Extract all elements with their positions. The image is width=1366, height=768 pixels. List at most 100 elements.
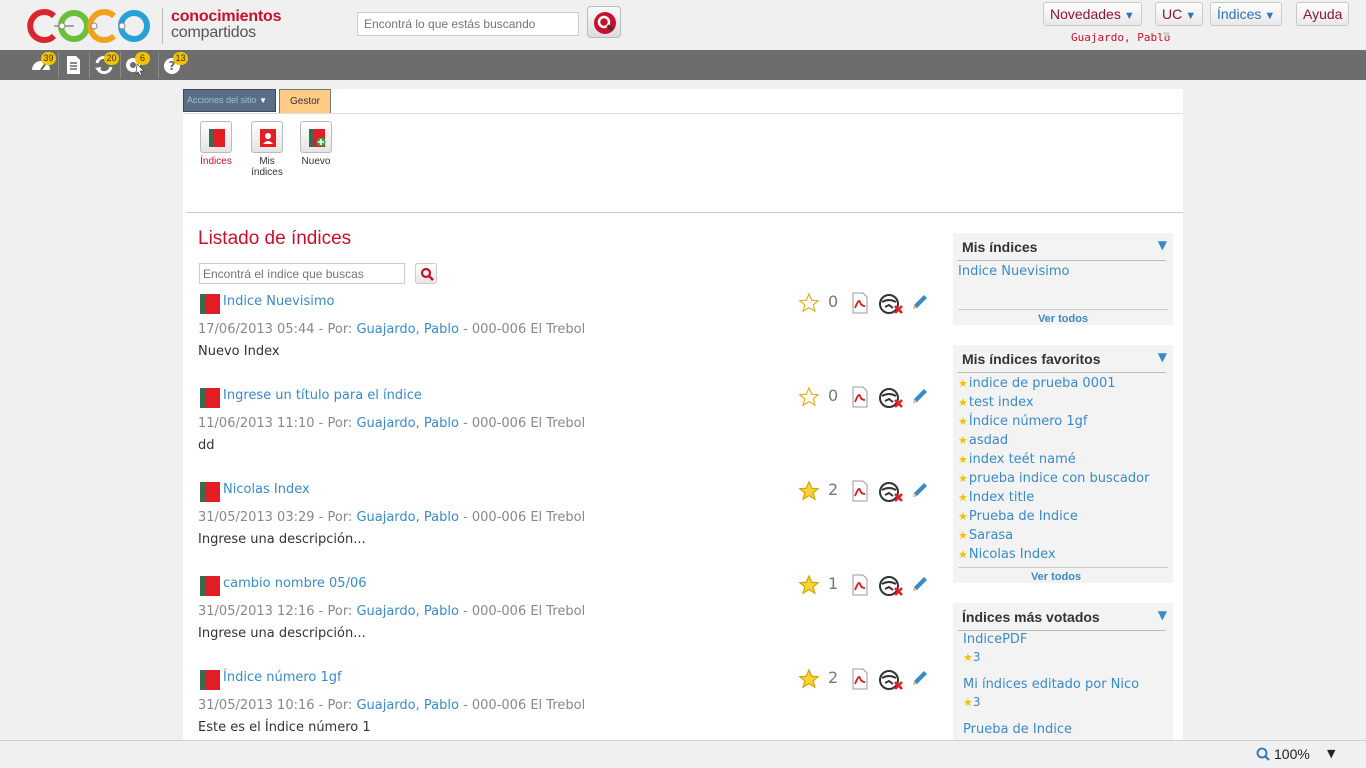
top-voted-item[interactable]: IndicePDF bbox=[963, 632, 1027, 647]
index-search-input[interactable] bbox=[199, 263, 405, 284]
top-voted-item[interactable]: Prueba de Indice bbox=[963, 722, 1072, 737]
sidebar-mis-indices-item[interactable]: Indice Nuevisimo bbox=[958, 264, 1069, 279]
nav-novedades-label: Novedades bbox=[1050, 6, 1121, 22]
ribbon-indices-button[interactable]: Índices bbox=[191, 121, 241, 167]
index-author-link[interactable]: Guajardo, Pablo bbox=[356, 698, 458, 713]
pdf-icon[interactable] bbox=[850, 292, 870, 314]
star-icon: ★ bbox=[963, 651, 973, 664]
index-entry: Nicolas Index 31/05/2013 03:29 - Por: Gu… bbox=[198, 480, 938, 570]
star-filled-icon[interactable] bbox=[798, 574, 820, 596]
unpublish-icon[interactable] bbox=[879, 293, 905, 315]
favorite-item[interactable]: ★index teét namé bbox=[958, 452, 1076, 467]
zoom-level[interactable]: 100% bbox=[1274, 746, 1310, 762]
site-logo[interactable]: conocimientos compartidos bbox=[26, 6, 286, 46]
favorite-item[interactable]: ★Prueba de Indice bbox=[958, 509, 1078, 524]
nav-indices[interactable]: Índices ▼ bbox=[1210, 2, 1283, 26]
favorite-item[interactable]: ★indice de prueba 0001 bbox=[958, 376, 1116, 391]
pencil-icon[interactable] bbox=[910, 292, 930, 312]
index-title-link[interactable]: Nicolas Index bbox=[223, 482, 310, 497]
favorite-item[interactable]: ★Index title bbox=[958, 490, 1034, 505]
index-author-link[interactable]: Guajardo, Pablo bbox=[356, 322, 458, 337]
ribbon-nuevo-label: Nuevo bbox=[301, 156, 331, 167]
book-icon bbox=[200, 388, 220, 408]
pdf-icon[interactable] bbox=[850, 574, 870, 596]
index-author-link[interactable]: Guajardo, Pablo bbox=[356, 604, 458, 619]
favorite-item[interactable]: ★test index bbox=[958, 395, 1034, 410]
index-date: 31/05/2013 10:16 bbox=[198, 698, 315, 713]
favorite-item[interactable]: ★Sarasa bbox=[958, 528, 1013, 543]
collapse-arrow-icon[interactable]: ▼ bbox=[1158, 608, 1167, 622]
dashboard-button[interactable]: 39 bbox=[27, 52, 57, 78]
dashboard-badge: 39 bbox=[41, 52, 56, 65]
documents-button[interactable] bbox=[58, 52, 88, 78]
star-filled-icon[interactable] bbox=[798, 480, 820, 502]
top-voted-count-value: 3 bbox=[972, 650, 981, 664]
pdf-icon[interactable] bbox=[850, 668, 870, 690]
index-title-link[interactable]: cambio nombre 05/06 bbox=[223, 576, 367, 591]
favorite-item-label: asdad bbox=[968, 433, 1009, 448]
favorite-item[interactable]: ★Índice número 1gf bbox=[958, 414, 1087, 429]
activity-button[interactable]: 6 bbox=[120, 52, 150, 78]
index-author-link[interactable]: Guajardo, Pablo bbox=[356, 416, 458, 431]
index-title-link[interactable]: Ingrese un título para el índice bbox=[223, 388, 422, 403]
site-actions-menu[interactable]: Acciones del sitio ▼ bbox=[183, 89, 276, 112]
zoom-dropdown-icon[interactable]: ▼ bbox=[1327, 747, 1335, 760]
star-outline-icon[interactable] bbox=[798, 292, 820, 314]
index-title-link[interactable]: Índice número 1gf bbox=[223, 670, 342, 685]
site-actions-label: Acciones del sitio bbox=[187, 95, 257, 105]
top-voted-item[interactable]: Mi índices editado por Nico bbox=[963, 677, 1139, 692]
pencil-icon[interactable] bbox=[910, 668, 930, 688]
index-group: - 000-006 El Trebol bbox=[458, 322, 586, 337]
global-search-input[interactable] bbox=[357, 12, 579, 36]
global-search-button[interactable] bbox=[587, 6, 621, 38]
tab-gestor[interactable]: Gestor bbox=[279, 89, 331, 113]
ribbon-indices-box bbox=[200, 121, 232, 153]
favorite-item[interactable]: ★asdad bbox=[958, 433, 1008, 448]
help-button[interactable]: ? 13 bbox=[158, 52, 188, 78]
vote-count: 2 bbox=[828, 668, 839, 687]
main-panel: Acciones del sitio ▼ Gestor Índices Mis … bbox=[183, 89, 1183, 740]
chevron-down-icon: ▼ bbox=[259, 96, 267, 105]
user-menu-caret-icon[interactable]: ▼ bbox=[1163, 31, 1170, 41]
favorite-item-label: test index bbox=[968, 395, 1034, 410]
index-meta: 31/05/2013 03:29 - Por: Guajardo, Pablo … bbox=[198, 510, 585, 525]
index-search-button[interactable] bbox=[415, 263, 437, 284]
updates-button[interactable]: 20 bbox=[89, 52, 119, 78]
ribbon-divider bbox=[186, 212, 1183, 213]
collapse-arrow-icon[interactable]: ▼ bbox=[1158, 238, 1167, 252]
pdf-icon[interactable] bbox=[850, 480, 870, 502]
pdf-icon[interactable] bbox=[850, 386, 870, 408]
unpublish-icon[interactable] bbox=[879, 575, 905, 597]
user-name[interactable]: Guajardo, Pablo bbox=[1071, 31, 1170, 44]
vote-count: 1 bbox=[828, 574, 839, 593]
vote-count: 0 bbox=[828, 386, 839, 405]
unpublish-icon[interactable] bbox=[879, 669, 905, 691]
pencil-icon[interactable] bbox=[910, 574, 930, 594]
top-voted-count-value: 3 bbox=[972, 695, 981, 709]
ribbon-nuevo-box bbox=[300, 121, 332, 153]
index-description: Ingrese una descripción... bbox=[198, 626, 366, 641]
unpublish-icon[interactable] bbox=[879, 387, 905, 409]
index-author-link[interactable]: Guajardo, Pablo bbox=[356, 510, 458, 525]
index-description: Ingrese una descripción... bbox=[198, 532, 366, 547]
ver-todos-link[interactable]: Ver todos bbox=[953, 313, 1173, 325]
nav-ayuda[interactable]: Ayuda bbox=[1296, 2, 1350, 26]
collapse-arrow-icon[interactable]: ▼ bbox=[1158, 350, 1167, 364]
nav-uc[interactable]: UC ▼ bbox=[1155, 2, 1204, 26]
pencil-icon[interactable] bbox=[910, 480, 930, 500]
nav-uc-label: UC bbox=[1162, 6, 1183, 22]
ribbon-nuevo-button[interactable]: Nuevo bbox=[291, 121, 341, 167]
favorite-item[interactable]: ★prueba indice con buscador bbox=[958, 471, 1149, 486]
ver-todos-link[interactable]: Ver todos bbox=[946, 571, 1166, 583]
star-filled-icon[interactable] bbox=[798, 668, 820, 690]
document-icon bbox=[67, 56, 80, 74]
vote-count: 0 bbox=[828, 292, 839, 311]
nav-novedades[interactable]: Novedades ▼ bbox=[1043, 2, 1142, 26]
ribbon-mis-indices-button[interactable]: Mis índices bbox=[242, 121, 292, 178]
updates-badge: 20 bbox=[104, 52, 119, 65]
pencil-icon[interactable] bbox=[910, 386, 930, 406]
star-outline-icon[interactable] bbox=[798, 386, 820, 408]
favorite-item[interactable]: ★Nicolas Index bbox=[958, 547, 1056, 562]
index-title-link[interactable]: Indice Nuevisimo bbox=[223, 294, 334, 309]
unpublish-icon[interactable] bbox=[879, 481, 905, 503]
